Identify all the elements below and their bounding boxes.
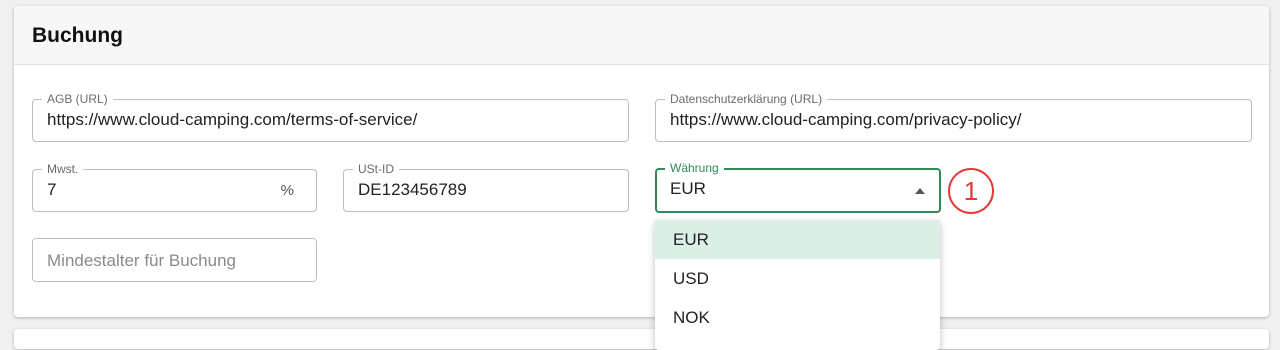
caret-up-icon[interactable] [915,188,925,194]
privacy-policy-url-label: Datenschutzerklärung (URL) [665,92,828,106]
percent-suffix: % [280,182,294,199]
next-section-card [14,329,1269,349]
agb-url-value: https://www.cloud-camping.com/terms-of-s… [47,110,418,129]
vat-id-label: USt-ID [353,162,399,176]
agb-url-field[interactable]: AGB (URL) https://www.cloud-camping.com/… [32,92,629,142]
vat-id-field[interactable]: USt-ID DE123456789 [343,162,629,212]
currency-dropdown-menu: EUR USD NOK [655,220,940,350]
min-age-field[interactable]: Mindestalter für Buchung [32,238,317,282]
min-age-placeholder: Mindestalter für Buchung [47,251,236,270]
currency-value: EUR [670,179,706,198]
currency-select[interactable]: Währung EUR [655,161,941,213]
vat-rate-label: Mwst. [42,162,84,176]
vat-id-value: DE123456789 [358,180,467,199]
currency-option-nok[interactable]: NOK [655,298,940,337]
currency-label: Währung [665,161,724,175]
booking-settings-card: Buchung AGB (URL) https://www.cloud-camp… [14,6,1269,317]
agb-url-label: AGB (URL) [42,92,113,106]
privacy-policy-url-field[interactable]: Datenschutzerklärung (URL) https://www.c… [655,92,1252,142]
vat-rate-field[interactable]: Mwst. 7 % [32,162,317,212]
currency-option-usd[interactable]: USD [655,259,940,298]
currency-option-eur[interactable]: EUR [655,220,940,259]
vat-rate-value: 7 [47,180,57,199]
privacy-policy-url-value: https://www.cloud-camping.com/privacy-po… [670,110,1022,129]
card-header: Buchung [14,6,1269,65]
section-title: Buchung [32,24,123,47]
annotation-marker: 1 [948,168,994,214]
